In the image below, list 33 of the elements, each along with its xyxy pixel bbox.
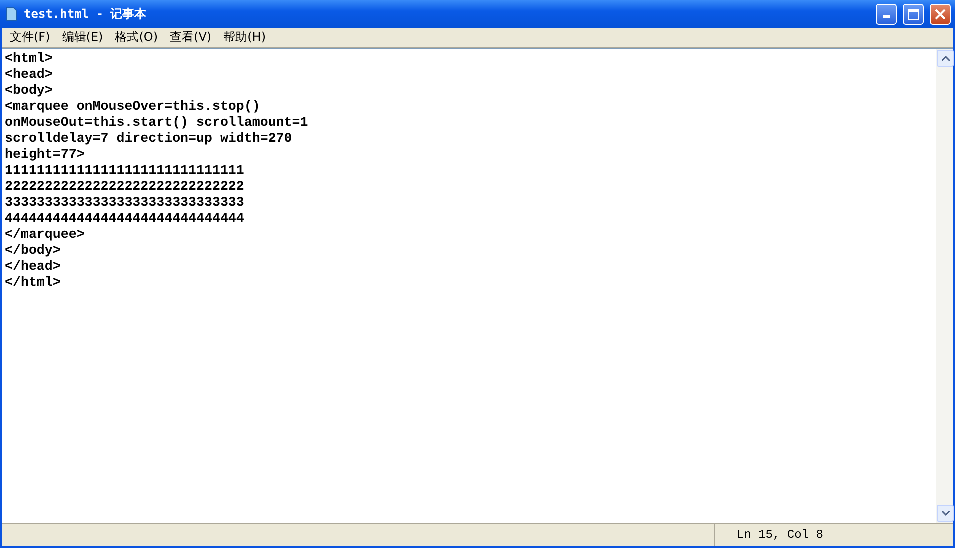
notepad-icon (6, 6, 18, 22)
code-line: 111111111111111111111111111111 (5, 163, 246, 179)
code-line: <marquee onMouseOver=this.stop() (5, 99, 262, 115)
code-line: <html> (5, 51, 54, 67)
menu-item[interactable]: 帮助(H) (218, 29, 272, 46)
code-line: </body> (5, 243, 62, 259)
vertical-scrollbar[interactable] (936, 49, 953, 523)
code-line: </html> (5, 275, 62, 291)
cursor-position: Ln 15, Col 8 (736, 527, 824, 544)
maximize-icon (908, 8, 919, 20)
code-line: </head> (5, 259, 62, 275)
menu-item[interactable]: 格式(O) (109, 29, 164, 46)
code-line: scrolldelay=7 direction=up width=270 (5, 131, 294, 147)
code-line: 333333333333333333333333333333 (5, 195, 246, 211)
code-line: onMouseOut=this.start() scrollamount=1 (5, 115, 310, 131)
close-icon (935, 8, 946, 20)
code-line: 444444444444444444444444444444 (5, 211, 246, 227)
scroll-down-button[interactable] (937, 505, 954, 522)
menu-item[interactable]: 查看(V) (164, 29, 218, 46)
window-title: test.html - 记事本 (24, 6, 148, 22)
menu-item[interactable]: 编辑(E) (56, 29, 110, 46)
code-line: height=77> (5, 147, 86, 163)
scroll-down-icon (942, 511, 950, 516)
code-line: <head> (5, 67, 54, 83)
minimize-button[interactable] (876, 4, 897, 24)
code-line: 222222222222222222222222222222 (5, 179, 246, 195)
code-line: <body> (5, 83, 54, 99)
menu-item[interactable]: 文件(F) (4, 29, 56, 46)
scroll-up-icon (942, 56, 950, 61)
code-line: </marquee> (5, 227, 86, 243)
scroll-up-button[interactable] (937, 50, 954, 67)
maximize-button[interactable] (903, 4, 924, 24)
close-button[interactable] (930, 4, 951, 24)
